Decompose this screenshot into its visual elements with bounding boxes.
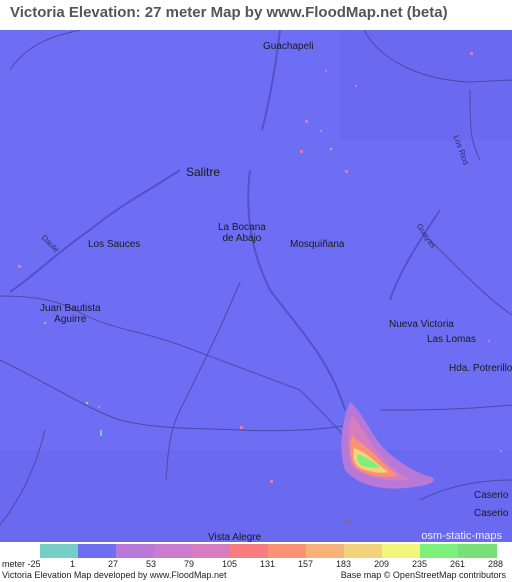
elevation-legend: meter -25 1 27 53 79 105 131 157 183 209 235 261 288… <box>0 544 512 582</box>
legend-tick-label: 27 <box>108 559 119 569</box>
legend-tick-label: 79 <box>184 559 195 569</box>
legend-swatch <box>192 544 231 558</box>
legend-swatch <box>306 544 345 558</box>
juan-bautista-line-1: Juan Bautista <box>40 303 101 314</box>
legend-tick-label: 288 <box>488 559 504 569</box>
elevation-map[interactable]: Guachapeli Salitre La Bocana de Abajo Lo… <box>0 29 512 543</box>
legend-swatch <box>344 544 383 558</box>
juan-bautista-line-2: Aguirre <box>54 314 87 325</box>
la-bocana-line-1: La Bocana <box>218 222 266 233</box>
legend-tick-label: 105 <box>222 559 238 569</box>
legend-swatch <box>230 544 269 558</box>
legend-tick-label: 157 <box>298 559 314 569</box>
place-label-la-bocana-de-abajo: La Bocana de Abajo <box>218 222 266 244</box>
legend-swatch <box>78 544 117 558</box>
legend-tick-label: 131 <box>260 559 276 569</box>
place-label-salitre: Salitre <box>186 165 221 179</box>
footer-credit-floodmap: Victoria Elevation Map developed by www.… <box>2 570 227 580</box>
map-canvas <box>0 29 512 542</box>
legend-swatch <box>458 544 497 558</box>
legend-tick-label: 209 <box>374 559 390 569</box>
place-label-los-sauces: Los Sauces <box>88 239 141 250</box>
legend-swatch <box>116 544 155 558</box>
legend-swatch <box>268 544 307 558</box>
footer-credit-osm: Base map © OpenStreetMap contributors <box>340 570 506 580</box>
place-label-hda-potrerillo: Hda. Potrerillo <box>449 363 512 374</box>
legend-swatch <box>420 544 459 558</box>
place-label-caserio-1: Caserio <box>474 490 509 501</box>
legend-swatch <box>382 544 421 558</box>
osm-static-maps-watermark: osm-static-maps <box>421 530 502 542</box>
legend-swatch <box>154 544 193 558</box>
place-label-guachapeli: Guachapeli <box>263 41 314 52</box>
legend-tick-label: meter -25 <box>2 559 41 569</box>
map-title: Victoria Elevation: 27 meter Map by www.… <box>10 4 448 21</box>
place-label-vista-alegre: Vista Alegre <box>208 532 262 543</box>
legend-tick-label: 1 <box>70 559 76 569</box>
place-label-mosquinana: Mosquiñana <box>290 239 345 250</box>
place-label-caserio-2: Caserio <box>474 508 509 519</box>
legend-tick-label: 261 <box>450 559 466 569</box>
legend-tick-label: 183 <box>336 559 352 569</box>
legend-tick-label: 53 <box>146 559 157 569</box>
place-label-nueva-victoria: Nueva Victoria <box>389 319 454 330</box>
la-bocana-line-2: de Abajo <box>222 233 262 244</box>
place-label-juan-bautista-aguirre: Juan Bautista Aguirre <box>40 303 101 325</box>
legend-swatch <box>40 544 79 558</box>
place-label-las-lomas: Las Lomas <box>427 334 476 345</box>
legend-tick-label: 235 <box>412 559 428 569</box>
